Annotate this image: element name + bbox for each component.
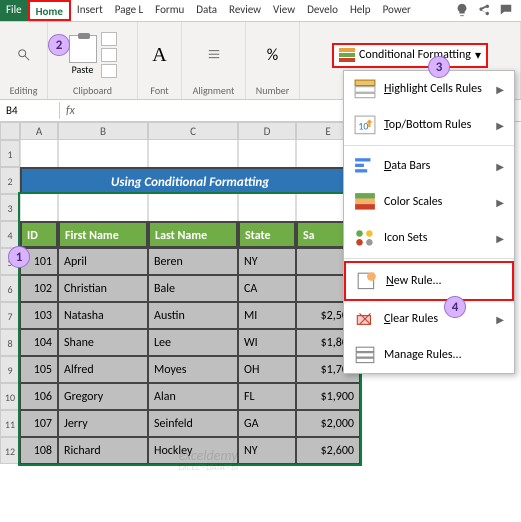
ribbon-tabs: File Home Insert Page L Formu Data Revie… (0, 0, 521, 22)
callout-3: 3 (428, 56, 450, 78)
group-clipboard: Clipboard (73, 84, 112, 97)
top-bottom-icon: 10 (354, 115, 376, 135)
conditional-formatting-menu: Highlight Cells Rules▶ 10 Top/Bottom Rul… (343, 70, 515, 374)
tab-help[interactable]: Help (344, 0, 377, 21)
share-icon[interactable] (477, 3, 491, 17)
color-scales-icon (354, 192, 376, 212)
conditional-formatting-button[interactable]: Conditional Formatting ▾ (332, 43, 488, 68)
chevron-right-icon: ▶ (496, 119, 504, 132)
copy-icon[interactable] (101, 48, 117, 62)
tab-home[interactable]: Home (28, 0, 71, 21)
menu-color-scales[interactable]: Color Scales▶ (344, 184, 514, 220)
lightbulb-icon[interactable] (455, 3, 469, 17)
menu-icon-sets[interactable]: Icon Sets▶ (344, 220, 514, 256)
tab-insert[interactable]: Insert (71, 0, 109, 21)
menu-highlight-cells-rules[interactable]: Highlight Cells Rules▶ (344, 71, 514, 107)
tab-file[interactable]: File (0, 0, 28, 21)
tab-data[interactable]: Data (190, 0, 223, 21)
comment-icon[interactable] (499, 3, 513, 17)
tab-review[interactable]: Review (223, 0, 267, 21)
highlight-cells-icon (354, 79, 376, 99)
table-row[interactable]: 11107JerrySeinfeldGA$2,000 (0, 410, 521, 437)
chevron-right-icon: ▶ (496, 196, 504, 209)
tab-developer[interactable]: Develo (301, 0, 344, 21)
new-rule-icon (356, 271, 378, 291)
menu-manage-rules[interactable]: Manage Rules... (344, 337, 514, 373)
format-painter-icon[interactable] (101, 64, 117, 78)
tab-page-layout[interactable]: Page L (109, 0, 149, 21)
tab-formulas[interactable]: Formu (149, 0, 190, 21)
font-icon[interactable]: A (152, 44, 166, 67)
group-editing: Editing (10, 84, 38, 97)
find-icon[interactable] (17, 48, 31, 62)
group-number: Number (256, 84, 289, 97)
chevron-right-icon: ▶ (496, 160, 504, 173)
menu-new-rule[interactable]: New Rule... (344, 261, 514, 301)
table-row[interactable]: 10106GregoryAlanFL$1,900 (0, 383, 521, 410)
name-box[interactable]: B4 (0, 102, 60, 119)
group-alignment: Alignment (193, 84, 235, 97)
menu-data-bars[interactable]: Data Bars▶ (344, 148, 514, 184)
paste-button[interactable]: Paste (69, 35, 97, 76)
icon-sets-icon (354, 228, 376, 248)
tab-power[interactable]: Power (377, 0, 417, 21)
table-row[interactable]: 12108RichardHockleyNY$2,600 (0, 437, 521, 464)
manage-rules-icon (354, 345, 376, 365)
chevron-right-icon: ▶ (496, 83, 504, 96)
menu-clear-rules[interactable]: Clear Rules▶ (344, 301, 514, 337)
chevron-right-icon: ▶ (496, 313, 504, 326)
conditional-formatting-icon (339, 48, 355, 62)
menu-top-bottom-rules[interactable]: 10 Top/Bottom Rules▶ (344, 107, 514, 143)
group-font: Font (150, 84, 168, 97)
fx-label[interactable]: fx (60, 104, 81, 118)
data-bars-icon (354, 156, 376, 176)
chevron-down-icon: ▾ (475, 48, 481, 63)
title-cell[interactable]: Using Conditional Formatting (20, 167, 360, 194)
tab-view[interactable]: View (267, 0, 301, 21)
callout-1: 1 (8, 246, 30, 268)
clear-rules-icon (354, 309, 376, 329)
callout-2: 2 (48, 34, 70, 56)
percent-icon[interactable]: % (267, 46, 278, 65)
cut-icon[interactable] (101, 32, 117, 46)
chevron-right-icon: ▶ (496, 232, 504, 245)
callout-4: 4 (444, 296, 466, 318)
align-icon[interactable] (207, 48, 221, 62)
